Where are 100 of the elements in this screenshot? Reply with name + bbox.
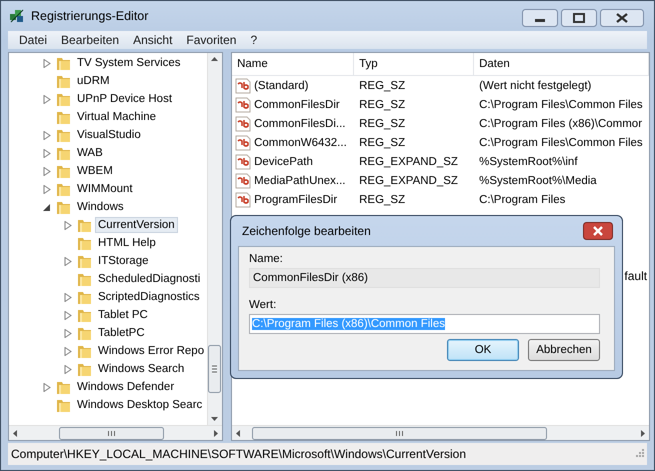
collapse-arrow-icon[interactable] xyxy=(43,202,51,212)
folder-icon xyxy=(77,253,93,269)
folder-icon xyxy=(56,109,72,125)
tree-item[interactable]: VisualStudio xyxy=(74,127,144,143)
tree-item[interactable]: ScriptedDiagnostics xyxy=(95,289,203,305)
minimize-button[interactable] xyxy=(522,9,558,27)
column-header[interactable]: Name xyxy=(232,53,354,75)
value-name[interactable]: DevicePath xyxy=(254,156,313,168)
menu-item[interactable]: Datei xyxy=(12,33,54,47)
string-value-icon xyxy=(235,192,252,208)
value-type: REG_EXPAND_SZ xyxy=(358,174,459,186)
folder-icon xyxy=(56,145,72,161)
ok-button[interactable]: OK xyxy=(447,339,519,361)
value-type: REG_SZ xyxy=(358,98,406,110)
folder-icon xyxy=(56,199,72,215)
menu-item[interactable]: Favoriten xyxy=(179,33,244,47)
tree-item[interactable]: uDRM xyxy=(74,73,113,89)
folder-icon xyxy=(56,55,72,71)
value-data: C:\Program Files\Common Files xyxy=(478,98,644,110)
horizontal-scrollbar[interactable] xyxy=(232,425,650,440)
scroll-thumb[interactable] xyxy=(252,426,548,440)
expand-arrow-icon[interactable] xyxy=(64,220,72,230)
tree-item[interactable]: Windows Search xyxy=(95,361,188,377)
folder-icon xyxy=(56,73,72,89)
tree-item[interactable]: WAB xyxy=(74,145,106,161)
expand-arrow-icon[interactable] xyxy=(64,310,72,320)
expand-arrow-icon[interactable] xyxy=(43,166,51,176)
tree-item[interactable]: ITStorage xyxy=(95,253,152,269)
folder-icon xyxy=(77,361,93,377)
resize-grip-icon[interactable] xyxy=(634,449,644,459)
folder-icon xyxy=(56,181,72,197)
close-button[interactable] xyxy=(583,222,613,240)
value-type: REG_SZ xyxy=(358,136,406,148)
scroll-thumb[interactable] xyxy=(59,426,164,440)
value-name[interactable]: CommonFilesDir xyxy=(254,98,340,110)
tree-item[interactable]: Virtual Machine xyxy=(74,109,160,125)
menu-item[interactable]: Bearbeiten xyxy=(54,33,126,47)
string-value-icon xyxy=(235,116,252,132)
tree-item[interactable]: TV System Services xyxy=(74,55,184,71)
folder-icon xyxy=(56,163,72,179)
expand-arrow-icon[interactable] xyxy=(64,346,72,356)
expand-arrow-icon[interactable] xyxy=(43,184,51,194)
expand-arrow-icon[interactable] xyxy=(43,382,51,392)
folder-icon xyxy=(77,271,93,287)
tree-item[interactable]: UPnP Device Host xyxy=(74,91,176,107)
expand-arrow-icon[interactable] xyxy=(64,364,72,374)
tree-item[interactable]: WIMMount xyxy=(74,181,136,197)
scroll-thumb[interactable] xyxy=(208,345,222,393)
maximize-button[interactable] xyxy=(561,9,597,27)
field-label: Name: xyxy=(249,252,284,267)
expand-arrow-icon[interactable] xyxy=(43,148,51,158)
menu-item[interactable]: Ansicht xyxy=(126,33,180,47)
column-header[interactable]: Daten xyxy=(474,53,650,75)
tree-item[interactable]: TabletPC xyxy=(95,325,148,341)
cancel-button[interactable]: Abbrechen xyxy=(528,339,600,361)
expand-arrow-icon[interactable] xyxy=(43,130,51,140)
expand-arrow-icon[interactable] xyxy=(64,256,72,266)
dialog-title: Zeichenfolge bearbeiten xyxy=(242,224,372,238)
registry-app-icon xyxy=(9,8,25,24)
horizontal-scrollbar[interactable] xyxy=(9,425,222,440)
tree-item[interactable]: HTML Help xyxy=(95,235,159,251)
folder-icon xyxy=(56,91,72,107)
expand-arrow-icon[interactable] xyxy=(64,328,72,338)
value-name[interactable]: CommonW6432... xyxy=(254,136,347,148)
expand-arrow-icon[interactable] xyxy=(64,292,72,302)
close-button[interactable] xyxy=(600,9,644,27)
tree-item[interactable]: ScheduledDiagnosti xyxy=(95,271,204,287)
expand-arrow-icon[interactable] xyxy=(43,58,51,68)
value-name[interactable]: ProgramFilesDir xyxy=(254,194,338,206)
folder-icon xyxy=(56,127,72,143)
string-value-icon xyxy=(235,78,252,94)
tree-item[interactable]: WBEM xyxy=(74,163,116,179)
folder-icon xyxy=(77,343,93,359)
string-value-icon xyxy=(235,134,252,150)
tree-item[interactable]: Windows Desktop Searc xyxy=(74,397,206,413)
value-name[interactable]: (Standard) xyxy=(254,80,308,92)
value-type: REG_SZ xyxy=(358,80,406,92)
value-data: C:\Program Files xyxy=(478,194,566,206)
tree-item[interactable]: CurrentVersion xyxy=(95,217,178,233)
status-path: Computer\HKEY_LOCAL_MACHINE\SOFTWARE\Microsoft\Windows\CurrentVersion xyxy=(11,447,468,461)
tree-item[interactable]: Tablet PC xyxy=(95,307,151,323)
value-name[interactable]: MediaPathUnex... xyxy=(254,174,346,186)
column-header[interactable]: Typ xyxy=(354,53,474,75)
value-data: (Wert nicht festgelegt) xyxy=(478,80,592,92)
string-value-icon xyxy=(235,172,252,188)
folder-icon xyxy=(77,235,93,251)
expand-arrow-icon[interactable] xyxy=(43,94,51,104)
tree-item[interactable]: Windows Defender xyxy=(74,379,178,395)
string-value-icon xyxy=(235,96,252,112)
string-value-icon xyxy=(235,154,252,170)
value-name[interactable]: CommonFilesDi... xyxy=(254,118,346,130)
field-label: Wert: xyxy=(249,298,278,313)
name-field[interactable]: CommonFilesDir (x86) xyxy=(249,268,600,288)
value-data: C:\Program Files\Common Files xyxy=(478,136,644,148)
folder-icon xyxy=(56,379,72,395)
tree-item[interactable]: Windows Error Repo xyxy=(95,343,208,359)
folder-icon xyxy=(77,307,93,323)
vertical-scrollbar[interactable] xyxy=(207,53,222,425)
tree-item[interactable]: Windows xyxy=(74,199,127,215)
menu-item[interactable]: ? xyxy=(243,33,264,47)
